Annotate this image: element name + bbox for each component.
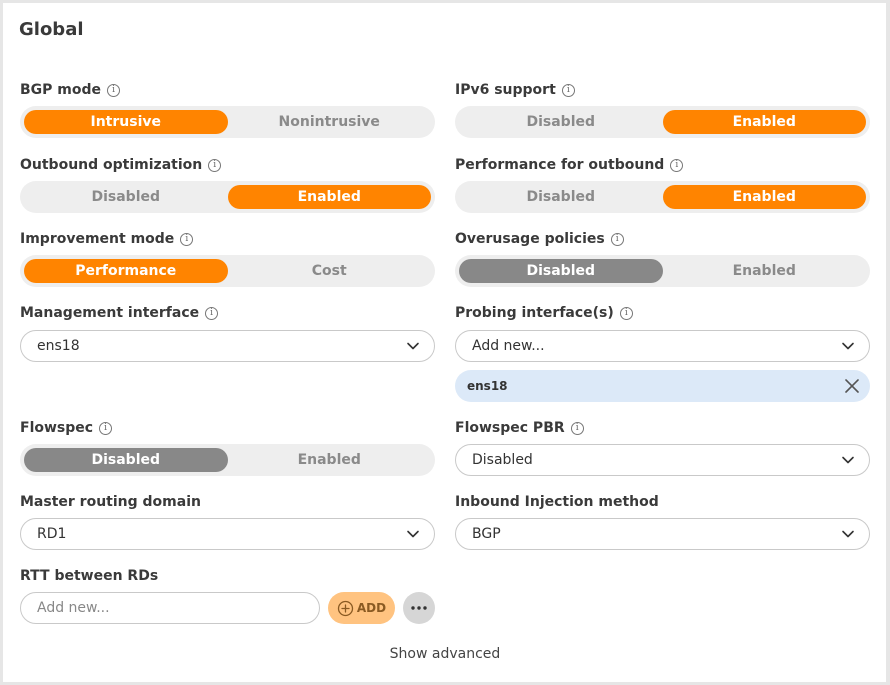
more-icon: [411, 606, 427, 610]
inbound-injection-method-value: BGP: [472, 526, 501, 542]
master-routing-domain-label-text: Master routing domain: [20, 494, 201, 510]
overusage-policies-option-disabled[interactable]: Disabled: [459, 259, 663, 283]
plus-circle-icon: [337, 600, 354, 616]
info-icon[interactable]: i: [610, 232, 624, 246]
ipv6-support-label-text: IPv6 support: [455, 82, 556, 98]
improvement-mode-label-text: Improvement mode: [20, 231, 175, 247]
probing-interface-tag: ens18: [455, 370, 870, 402]
chevron-down-icon: [841, 527, 855, 541]
flowspec-option-disabled[interactable]: Disabled: [24, 448, 228, 472]
chevron-down-icon: [841, 339, 855, 353]
outbound-optimization-label: Outbound optimization i: [20, 157, 222, 173]
info-icon[interactable]: i: [570, 421, 584, 435]
info-icon[interactable]: i: [205, 306, 219, 320]
flowspec-pbr-label: Flowspec PBR i: [455, 420, 584, 436]
show-advanced-link[interactable]: Show advanced: [0, 646, 890, 662]
probing-interface-tag-label: ens18: [467, 379, 508, 393]
inbound-injection-method-label: Inbound Injection method: [455, 494, 659, 510]
overusage-policies-label: Overusage policies i: [455, 231, 624, 247]
info-icon[interactable]: i: [208, 158, 222, 172]
probing-interfaces-select[interactable]: Add new...: [455, 330, 870, 362]
management-interface-label-text: Management interface: [20, 305, 200, 321]
inbound-injection-method-label-text: Inbound Injection method: [455, 494, 659, 510]
close-icon[interactable]: [844, 378, 860, 394]
overusage-policies-toggle: Disabled Enabled: [455, 255, 870, 287]
ipv6-support-label: IPv6 support i: [455, 82, 575, 98]
add-button[interactable]: ADD: [328, 592, 395, 624]
flowspec-pbr-select[interactable]: Disabled: [455, 444, 870, 476]
improvement-mode-label: Improvement mode i: [20, 231, 194, 247]
chevron-down-icon: [841, 453, 855, 467]
info-icon[interactable]: i: [561, 83, 575, 97]
improvement-mode-option-performance[interactable]: Performance: [24, 259, 228, 283]
bgp-mode-label: BGP mode i: [20, 82, 121, 98]
info-icon[interactable]: i: [99, 421, 113, 435]
info-icon[interactable]: i: [107, 83, 121, 97]
overusage-policies-label-text: Overusage policies: [455, 231, 605, 247]
page-title: Global: [19, 19, 84, 40]
rtt-between-rds-label-text: RTT between RDs: [20, 568, 159, 584]
chevron-down-icon: [406, 527, 420, 541]
improvement-mode-option-cost[interactable]: Cost: [228, 259, 432, 283]
performance-for-outbound-toggle: Disabled Enabled: [455, 181, 870, 213]
outbound-optimization-toggle: Disabled Enabled: [20, 181, 435, 213]
more-options-button[interactable]: [403, 592, 435, 624]
rtt-between-rds-input[interactable]: [20, 592, 320, 624]
info-icon[interactable]: i: [180, 232, 194, 246]
master-routing-domain-select[interactable]: RD1: [20, 518, 435, 550]
performance-for-outbound-label-text: Performance for outbound: [455, 157, 665, 173]
management-interface-label: Management interface i: [20, 305, 219, 321]
probing-interfaces-placeholder: Add new...: [472, 338, 545, 354]
chevron-down-icon: [406, 339, 420, 353]
flowspec-label-text: Flowspec: [20, 420, 94, 436]
bgp-mode-option-intrusive[interactable]: Intrusive: [24, 110, 228, 134]
add-button-label: ADD: [356, 601, 387, 615]
performance-for-outbound-label: Performance for outbound i: [455, 157, 684, 173]
probing-interfaces-label: Probing interface(s) i: [455, 305, 633, 321]
probing-interfaces-label-text: Probing interface(s): [455, 305, 614, 321]
master-routing-domain-value: RD1: [37, 526, 67, 542]
info-icon[interactable]: i: [670, 158, 684, 172]
bgp-mode-label-text: BGP mode: [20, 82, 102, 98]
rtt-between-rds-label: RTT between RDs: [20, 568, 158, 584]
ipv6-support-toggle: Disabled Enabled: [455, 106, 870, 138]
performance-for-outbound-option-enabled[interactable]: Enabled: [662, 185, 866, 209]
outbound-optimization-option-enabled[interactable]: Enabled: [227, 185, 431, 209]
bgp-mode-toggle: Intrusive Nonintrusive: [20, 106, 435, 138]
flowspec-option-enabled[interactable]: Enabled: [228, 448, 432, 472]
master-routing-domain-label: Master routing domain: [20, 494, 201, 510]
outbound-optimization-option-disabled[interactable]: Disabled: [24, 185, 228, 209]
ipv6-support-option-enabled[interactable]: Enabled: [662, 110, 866, 134]
improvement-mode-toggle: Performance Cost: [20, 255, 435, 287]
management-interface-value: ens18: [37, 338, 80, 354]
bgp-mode-option-nonintrusive[interactable]: Nonintrusive: [228, 110, 432, 134]
inbound-injection-method-select[interactable]: BGP: [455, 518, 870, 550]
ipv6-support-option-disabled[interactable]: Disabled: [459, 110, 663, 134]
flowspec-toggle: Disabled Enabled: [20, 444, 435, 476]
flowspec-pbr-value: Disabled: [472, 452, 533, 468]
flowspec-label: Flowspec i: [20, 420, 113, 436]
flowspec-pbr-label-text: Flowspec PBR: [455, 420, 565, 436]
management-interface-select[interactable]: ens18: [20, 330, 435, 362]
overusage-policies-option-enabled[interactable]: Enabled: [663, 259, 867, 283]
performance-for-outbound-option-disabled[interactable]: Disabled: [459, 185, 663, 209]
outbound-optimization-label-text: Outbound optimization: [20, 157, 203, 173]
info-icon[interactable]: i: [619, 306, 633, 320]
